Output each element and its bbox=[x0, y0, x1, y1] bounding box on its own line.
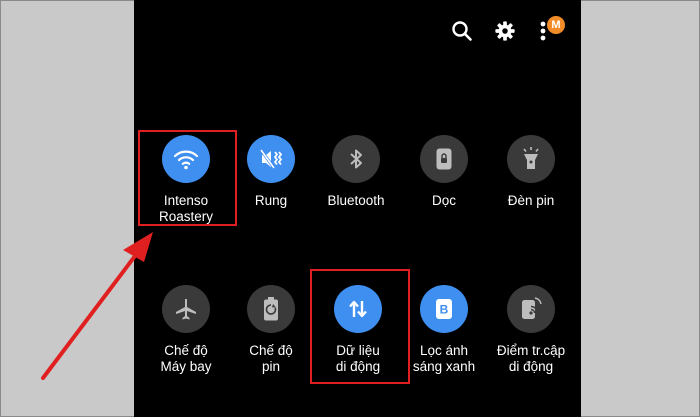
tile-label: Đèn pin bbox=[507, 193, 555, 208]
gear-icon[interactable] bbox=[492, 18, 518, 44]
tile-portrait[interactable]: Dọc bbox=[402, 135, 486, 209]
highlight-box-mobile-data bbox=[310, 269, 410, 384]
tile-label: Rung bbox=[254, 193, 288, 208]
battery-saver-icon bbox=[247, 285, 295, 333]
portrait-lock-icon bbox=[420, 135, 468, 183]
tile-blue-light-filter[interactable]: B Lọc ánh sáng xanh bbox=[402, 285, 486, 375]
flashlight-icon bbox=[507, 135, 555, 183]
tile-airplane-mode[interactable]: Chế độ Máy bay bbox=[144, 285, 228, 375]
svg-text:B: B bbox=[440, 303, 449, 317]
tile-label: Dọc bbox=[431, 193, 456, 208]
tile-mobile-hotspot[interactable]: Điểm tr.cập di động bbox=[489, 285, 573, 375]
tile-label: Chế độ Máy bay bbox=[160, 343, 212, 374]
tile-vibrate[interactable]: Rung bbox=[229, 135, 313, 209]
blue-light-filter-icon: B bbox=[420, 285, 468, 333]
tile-label: Chế độ pin bbox=[249, 343, 293, 374]
bluetooth-icon bbox=[332, 135, 380, 183]
tile-label: Bluetooth bbox=[327, 193, 385, 208]
vibrate-icon bbox=[247, 135, 295, 183]
tile-label: Lọc ánh sáng xanh bbox=[412, 343, 476, 374]
tile-power-saving[interactable]: Chế độ pin bbox=[229, 285, 313, 375]
mobile-hotspot-icon bbox=[507, 285, 555, 333]
notification-badge: M bbox=[547, 16, 565, 34]
airplane-icon bbox=[162, 285, 210, 333]
tile-flashlight[interactable]: Đèn pin bbox=[489, 135, 573, 209]
search-icon[interactable] bbox=[449, 18, 475, 44]
tile-bluetooth[interactable]: Bluetooth bbox=[314, 135, 398, 209]
tile-label: Điểm tr.cập di động bbox=[496, 343, 566, 374]
highlight-box-wifi bbox=[138, 130, 237, 226]
